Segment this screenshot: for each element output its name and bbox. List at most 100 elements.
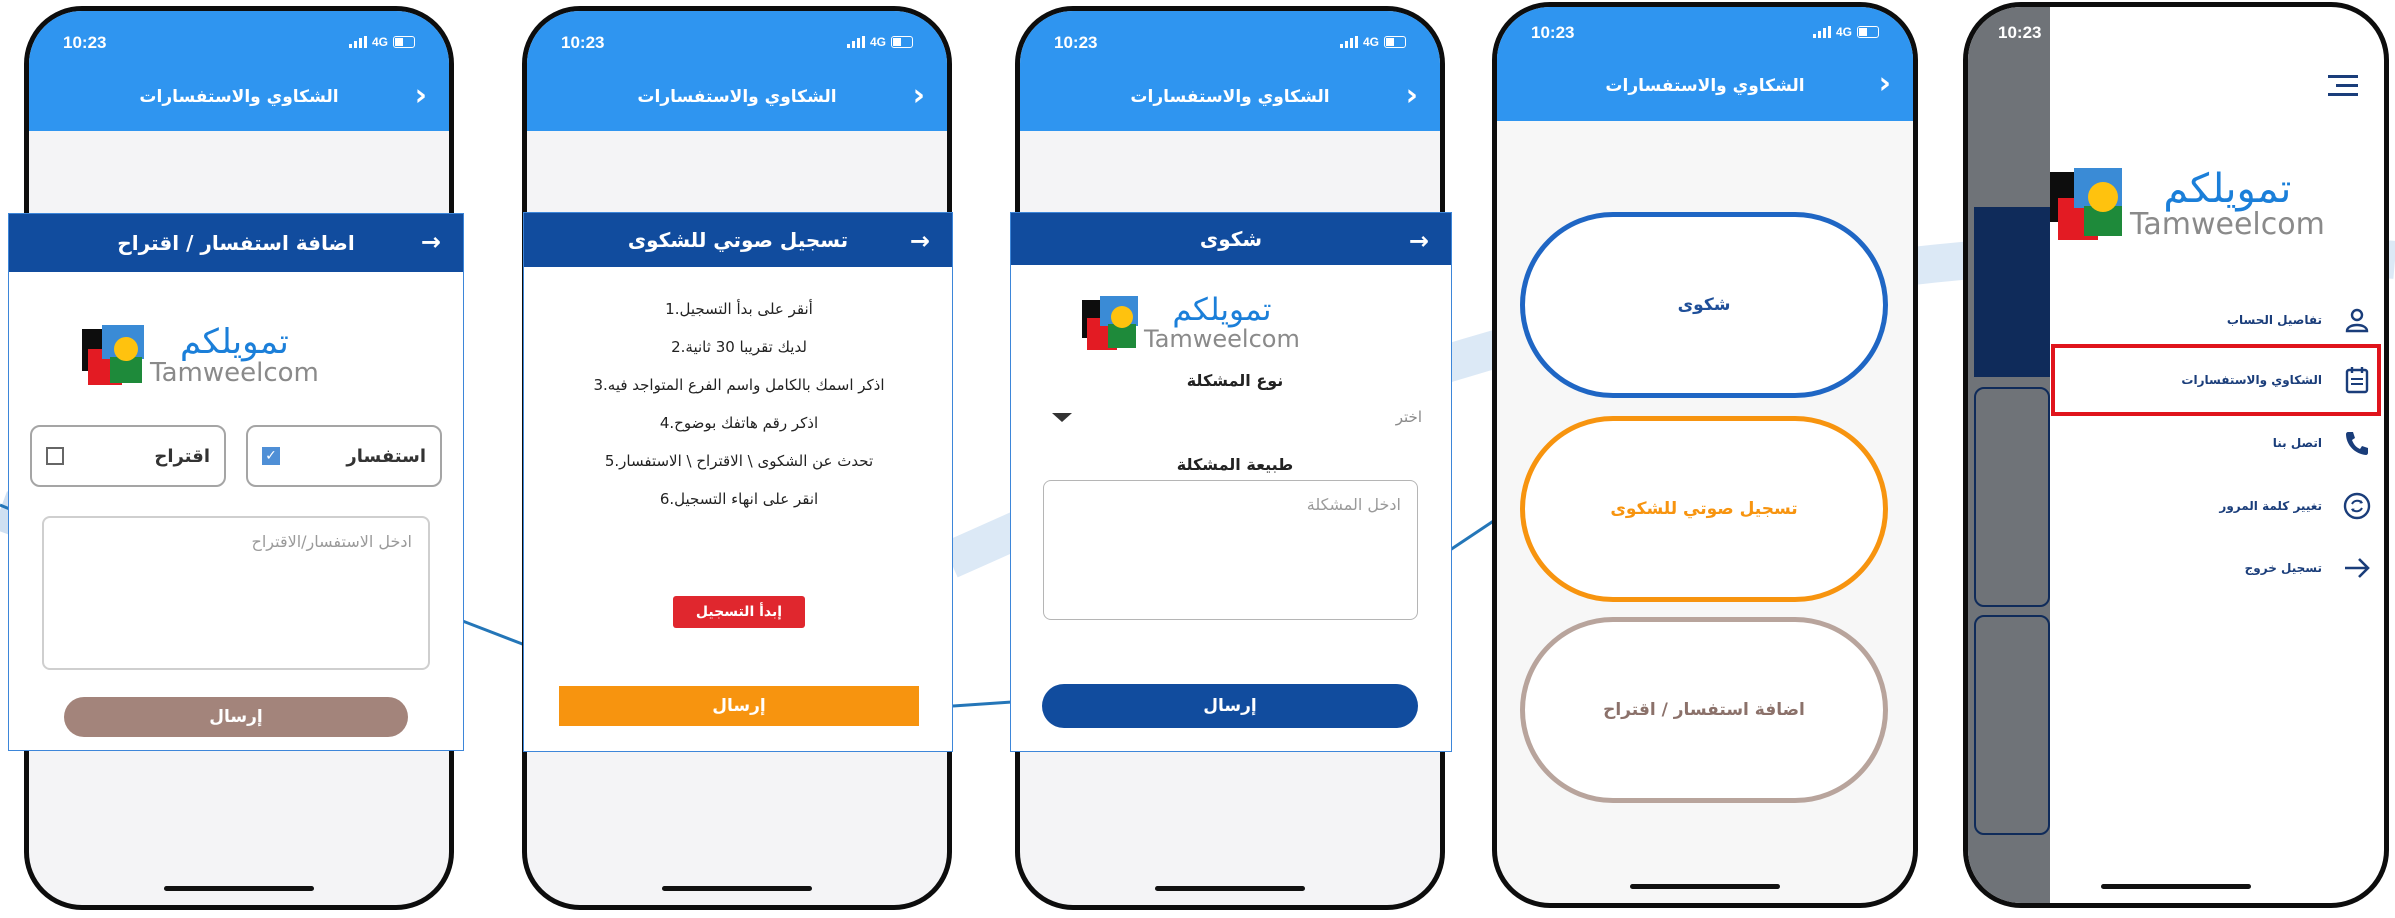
network-type: 4G [1362,35,1379,49]
send-label: إرسال [209,707,263,727]
suggestion-label: اقتراح [154,445,210,467]
logo-english: Tamweelcom [2130,207,2325,242]
header-title: الشكاوي والاستفسارات [1605,76,1805,96]
select-placeholder: اختر [1395,408,1422,426]
network-type: 4G [371,35,388,49]
battery-icon [891,36,913,48]
battery-icon [393,36,415,48]
start-recording-button[interactable]: إبدأ التسجيل [673,596,805,628]
header-title: الشكاوي والاستفسارات [1130,87,1330,107]
menu-item-label: الشكاوي والاستفسارات [2181,373,2322,387]
logo-mark-icon [82,325,144,385]
suggestion-option[interactable]: اقتراح [30,425,226,487]
logo-arabic: تمويلكم [1172,292,1272,328]
problem-textarea-placeholder: ادخل المشكلة [1306,495,1401,514]
status-indicators: 4G [348,35,415,49]
logo-mark-icon [2050,168,2124,240]
problem-textarea[interactable]: ادخل المشكلة [1043,480,1418,620]
voice-send-button[interactable]: إرسال [559,686,919,726]
status-time: 10:23 [1531,23,1575,42]
inquiry-label: استفسار [346,445,426,467]
voice-step: 2.لديك تقريبا 30 ثانية [671,338,807,356]
status-time: 10:23 [1054,33,1098,52]
voice-step: 4.اذكر رقم هاتفك بوضوح [659,414,819,432]
send-label: إرسال [1203,696,1257,716]
voice-step: 5.تحدث عن الشكوى \ الاقتراح \ الاستفسار [604,452,874,470]
inquiry-option[interactable]: ✓ استفسار [246,425,442,487]
home-indicator [662,886,812,891]
signal-icon [846,36,865,48]
menu-item-contact-us[interactable]: اتصل بنا [2052,421,2372,465]
network-type: 4G [1835,25,1852,39]
inquiry-textarea-placeholder: ادخل الاستفسار/الاقتراح [251,532,412,551]
suggestion-checkbox[interactable] [46,447,64,465]
forward-arrow-icon[interactable]: → [910,227,930,255]
home-indicator [164,886,314,891]
status-indicators: 4G [1339,35,1406,49]
status-indicators: 4G [1812,25,1879,39]
back-chevron-icon[interactable]: › [913,81,925,111]
menu-item-complaints[interactable]: الشكاوي والاستفسارات [2052,358,2372,402]
menu-item-change-password[interactable]: تغيير كلمة المرور [2052,484,2372,528]
menu-item-label: تفاصيل الحساب [2226,313,2322,327]
menu-item-logout[interactable]: تسجيل خروج [2052,546,2372,590]
inquiry-option-button[interactable]: اضافة استفسار / اقتراح [1520,617,1888,803]
logout-arrow-icon [2342,553,2372,583]
logo-mark-icon [1082,295,1138,350]
inquiry-checkbox-checked[interactable]: ✓ [262,447,280,465]
menu-logo: تمويلكم Tamweelcom [2050,168,2325,240]
signal-icon [1339,36,1358,48]
forward-arrow-icon[interactable]: → [421,228,441,256]
complaint-card-header: شكوى → [1011,213,1451,265]
voice-complaint-option-label: تسجيل صوتي للشكوى [1610,499,1798,519]
logo-english: Tamweelcom [1144,325,1300,353]
problem-nature-label: طبيعة المشكلة [1176,455,1294,474]
app-header: الشكاوي والاستفسارات › [1497,51,1913,121]
back-chevron-icon[interactable]: › [1879,69,1891,99]
complaint-option-button[interactable]: شكوى [1520,212,1888,398]
inquiry-textarea[interactable]: ادخل الاستفسار/الاقتراح [42,516,430,670]
app-header: الشكاوي والاستفسارات › [527,63,947,131]
header-title: الشكاوي والاستفسارات [139,87,339,107]
inquiry-card-header: اضافة استفسار / اقتراح → [9,214,463,272]
voice-step: 6.انقر على انهاء التسجيل [659,490,819,508]
logo-text: تمويلكم Tamweelcom [1144,292,1300,353]
forward-arrow-icon[interactable]: → [1409,227,1429,255]
status-time: 10:23 [561,33,605,52]
status-time: 10:23 [63,33,107,52]
app-header: الشكاوي والاستفسارات › [29,63,449,131]
voice-card-title: تسجيل صوتي للشكوى [627,228,849,252]
signal-icon [348,36,367,48]
voice-complaint-option-button[interactable]: تسجيل صوتي للشكوى [1520,416,1888,602]
voice-steps-list: 1.أنقر على بدأ التسجيل 2.لديك تقريبا 30 … [566,296,912,524]
complaint-send-button[interactable]: إرسال [1042,684,1418,728]
status-indicators: 4G [846,35,913,49]
app-header: الشكاوي والاستفسارات › [1020,63,1440,131]
refresh-icon [2342,491,2372,521]
clipboard-icon [2342,365,2372,395]
problem-type-select[interactable]: اختر [1052,400,1422,434]
dimmed-background[interactable] [1968,7,2050,903]
logo-text: تمويلكم Tamweelcom [150,324,319,386]
person-icon [2342,305,2372,335]
menu-item-label: اتصل بنا [2272,436,2322,450]
inquiry-logo: تمويلكم Tamweelcom [82,324,319,386]
record-label: إبدأ التسجيل [695,604,783,620]
menu-item-account-details[interactable]: تفاصيل الحساب [2052,298,2372,342]
voice-step: 3.اذكر اسمك بالكامل واسم الفرع المتواجد … [593,376,885,394]
back-chevron-icon[interactable]: › [1406,81,1418,111]
battery-icon [1857,26,1879,38]
menu-hamburger-icon[interactable] [2328,75,2358,97]
back-chevron-icon[interactable]: › [415,81,427,111]
complaint-option-label: شكوى [1677,295,1731,315]
voice-card-header: تسجيل صوتي للشكوى → [524,213,952,267]
complaint-logo: تمويلكم Tamweelcom [1082,294,1300,351]
logo-arabic: تمويلكم [2163,166,2292,212]
problem-type-label: نوع المشكلة [1186,371,1284,390]
battery-icon [1384,36,1406,48]
menu-item-label: تغيير كلمة المرور [2219,499,2322,513]
header-title: الشكاوي والاستفسارات [637,87,837,107]
inquiry-send-button[interactable]: إرسال [64,697,408,737]
chevron-down-icon [1052,412,1072,422]
status-time: 10:23 [1998,23,2042,42]
